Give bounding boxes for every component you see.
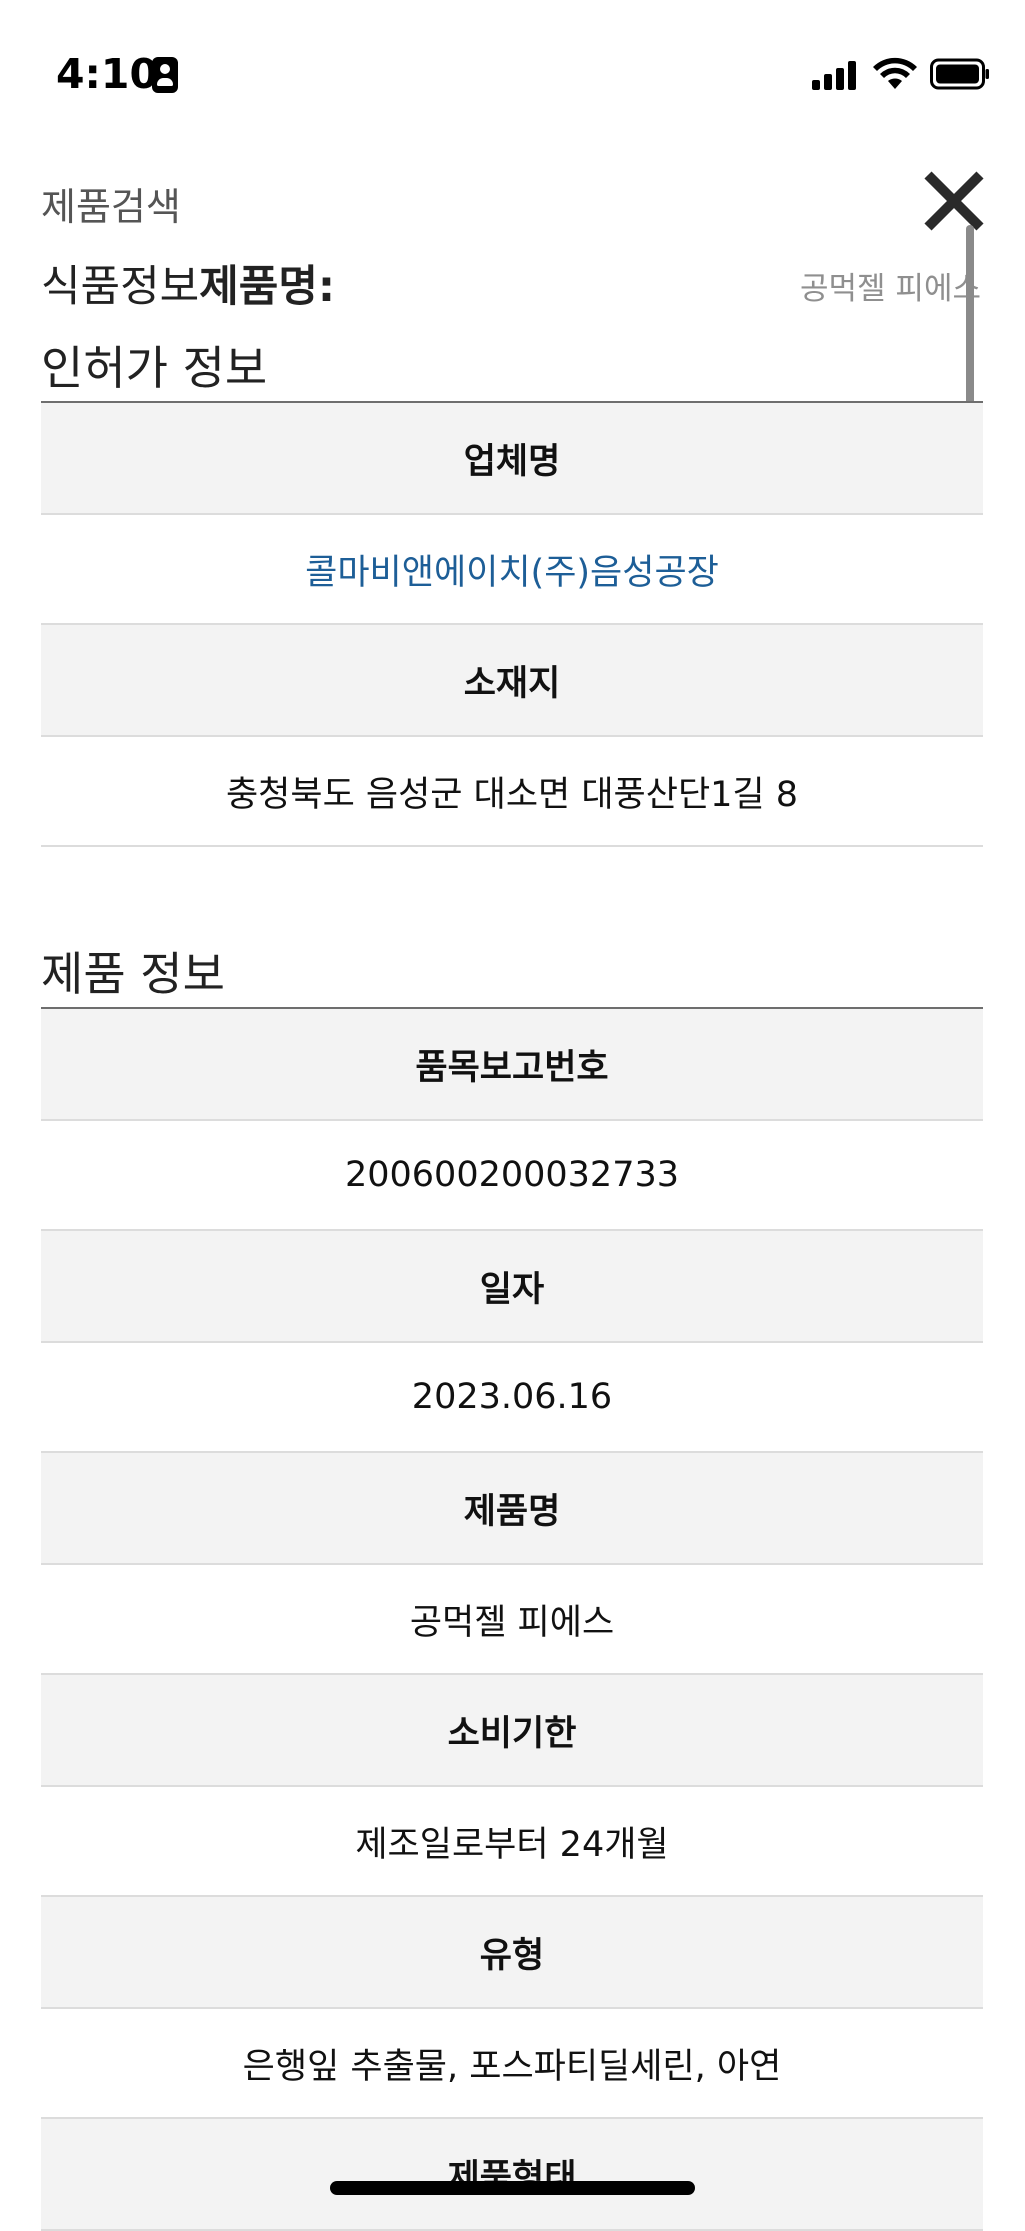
company-name-text[interactable]: 콜마비앤에이치(주)음성공장 — [305, 544, 719, 595]
page-title: 식품정보제품명: — [41, 252, 335, 314]
close-icon[interactable] — [918, 165, 990, 237]
table-value-cell: 공먹젤 피에스 — [41, 1565, 983, 1675]
table-header-cell: 일자 — [41, 1231, 983, 1343]
table-header-cell: 소비기한 — [41, 1675, 983, 1787]
wifi-icon — [873, 57, 917, 89]
table-value-cell: 충청북도 음성군 대소면 대풍산단1길 8 — [41, 737, 983, 847]
product-name-header: 공먹젤 피에스 — [800, 271, 981, 307]
table-header-cell: 유형 — [41, 1897, 983, 2009]
info-prefix: 식품정보 — [41, 262, 200, 312]
product-table: 품목보고번호 200600200032733 일자 2023.06.16 제품명… — [41, 1009, 983, 2231]
table-value-cell: 2023.06.16 — [41, 1343, 983, 1453]
table-header-cell: 제품명 — [41, 1453, 983, 1565]
company-name-link[interactable]: 콜마비앤에이치(주)음성공장 — [41, 515, 983, 625]
table-value-cell: 제조일로부터 24개월 — [41, 1787, 983, 1897]
table-header-cell: 업체명 — [41, 403, 983, 515]
table-value-cell: 200600200032733 — [41, 1121, 983, 1231]
home-indicator[interactable] — [330, 2181, 695, 2195]
status-bar: 4:10 — [0, 0, 1025, 150]
table-header-cell: 품목보고번호 — [41, 1009, 983, 1121]
status-time: 4:10 — [56, 50, 158, 98]
info-label: 제품명: — [199, 262, 336, 312]
table-header-cell: 제품형태 — [41, 2119, 983, 2231]
product-section-title: 제품 정보 — [41, 947, 225, 1001]
cellular-signal-icon — [812, 60, 860, 90]
battery-icon — [930, 58, 989, 90]
breadcrumb: 제품검색 — [41, 185, 181, 229]
portrait-lock-icon — [152, 57, 178, 93]
table-value-cell: 은행잎 추출물, 포스파티딜세린, 아연 — [41, 2009, 983, 2119]
license-table: 업체명 콜마비앤에이치(주)음성공장 소재지 충청북도 음성군 대소면 대풍산단… — [41, 403, 983, 847]
license-section-title: 인허가 정보 — [41, 341, 268, 395]
table-header-cell: 소재지 — [41, 625, 983, 737]
